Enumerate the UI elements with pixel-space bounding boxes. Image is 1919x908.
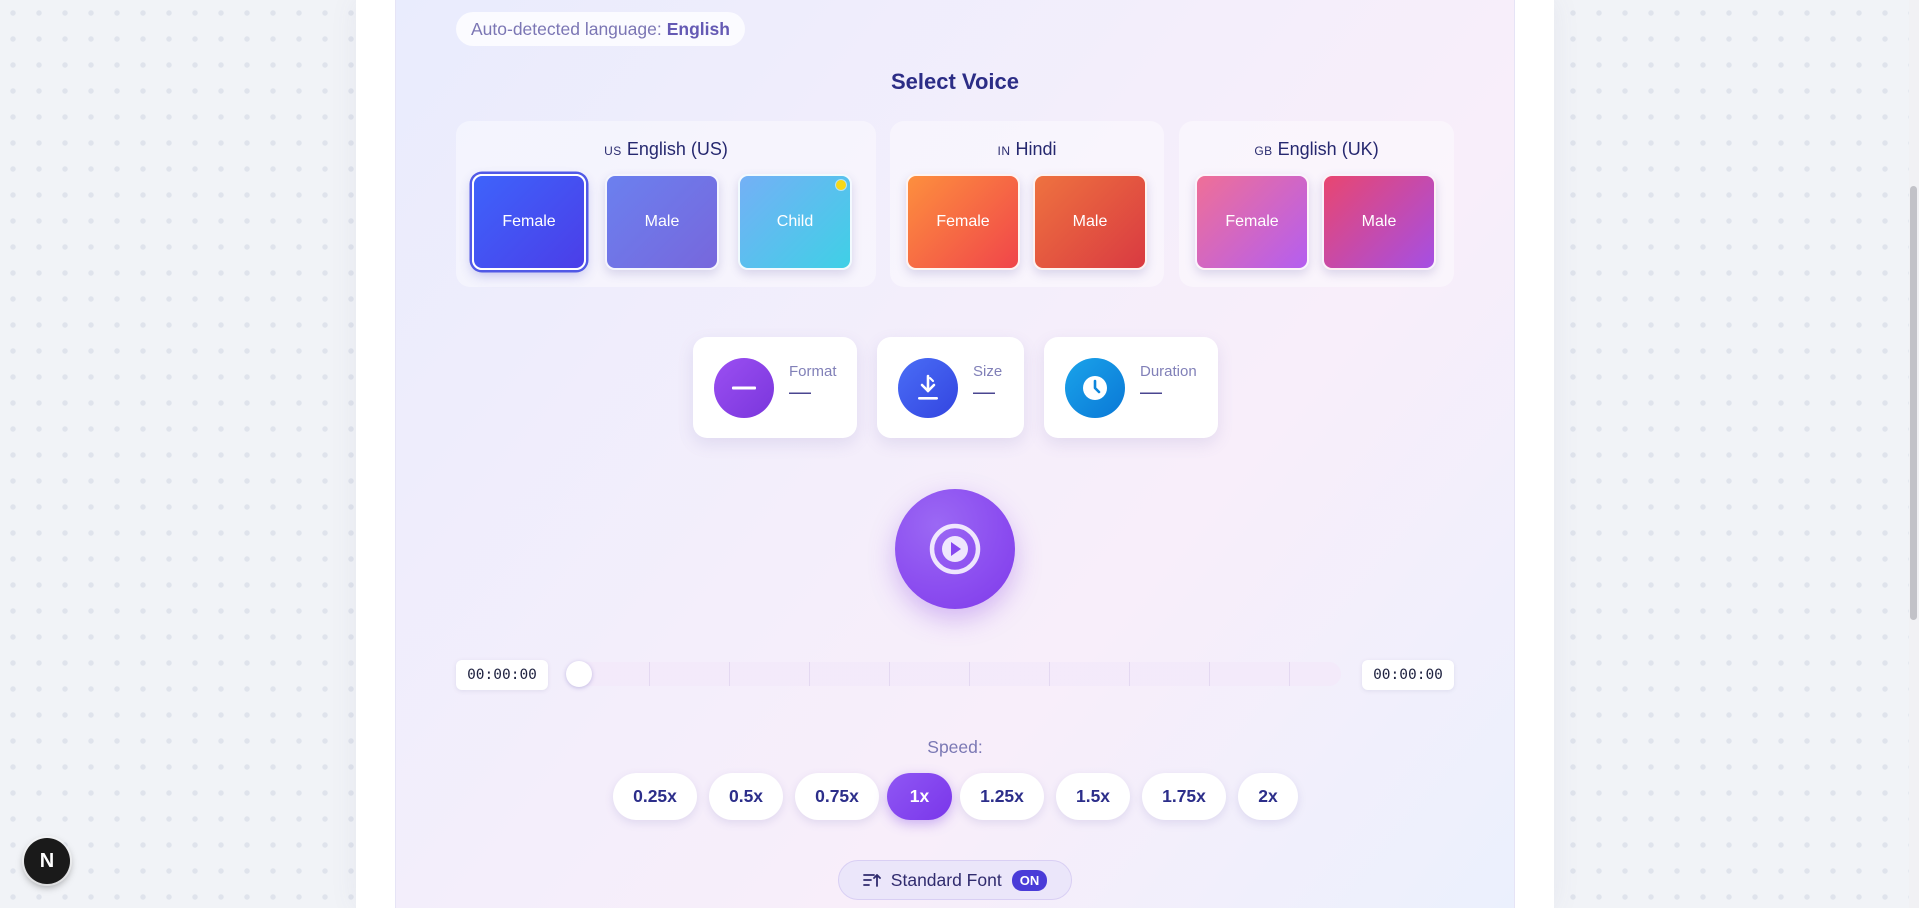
current-time: 00:00:00 (456, 660, 548, 690)
speed-option-1x[interactable]: 1x (887, 773, 952, 820)
font-toggle-state-badge: ON (1011, 869, 1048, 891)
info-card-duration: Duration — (1044, 337, 1218, 438)
text-size-icon (862, 874, 881, 887)
new-badge-dot (836, 180, 846, 190)
info-label: Size (973, 363, 1003, 380)
font-toggle-label: Standard Font (890, 869, 1002, 890)
voice-button-gb-male[interactable]: Male (1322, 174, 1436, 270)
speed-option-0.75x[interactable]: 0.75x (795, 773, 879, 820)
scrollbar[interactable] (1909, 0, 1919, 908)
voice-group-hindi: IN Hindi Female Male (890, 121, 1164, 287)
info-label: Duration (1140, 363, 1197, 380)
dev-tools-badge[interactable]: N (24, 838, 70, 884)
play-circle-icon (929, 523, 981, 575)
language-detection-pill: Auto-detected language: English (456, 12, 745, 46)
speed-option-1.5x[interactable]: 1.5x (1056, 773, 1130, 820)
speed-option-2x[interactable]: 2x (1238, 773, 1298, 820)
speed-option-1.75x[interactable]: 1.75x (1142, 773, 1226, 820)
voice-group-title: GB English (UK) (1179, 139, 1454, 160)
voice-group-title: US English (US) (456, 139, 876, 160)
flag-code: GB (1254, 144, 1273, 158)
info-value: — (973, 379, 995, 404)
info-label: Format (789, 363, 837, 380)
info-value: — (1140, 379, 1162, 404)
language-detection-prefix: Auto-detected language: (471, 18, 662, 39)
dash-icon (714, 358, 774, 418)
flag-code: US (604, 144, 622, 158)
progress-track[interactable] (570, 662, 1341, 686)
voice-button-gb-female[interactable]: Female (1195, 174, 1309, 270)
voice-button-in-male[interactable]: Male (1033, 174, 1147, 270)
info-value: — (789, 379, 811, 404)
speed-label: Speed: (927, 737, 983, 757)
language-detection-value: English (666, 18, 730, 39)
total-time: 00:00:00 (1362, 660, 1454, 690)
voice-button-us-child[interactable]: Child (738, 174, 852, 270)
font-toggle[interactable]: Standard Font ON (838, 860, 1072, 900)
speed-option-0.25x[interactable]: 0.25x (613, 773, 697, 820)
voice-group-name: English (UK) (1277, 139, 1379, 159)
info-card-size: Size — (877, 337, 1024, 438)
voice-group-title: IN Hindi (890, 139, 1164, 160)
select-voice-title: Select Voice (891, 69, 1019, 94)
clock-icon (1065, 358, 1125, 418)
voice-group-english-us: US English (US) Female Male Child (456, 121, 876, 287)
voice-button-us-female[interactable]: Female (472, 174, 586, 270)
voice-button-in-female[interactable]: Female (906, 174, 1020, 270)
play-button[interactable] (895, 489, 1015, 609)
speed-option-0.5x[interactable]: 0.5x (709, 773, 783, 820)
speed-option-1.25x[interactable]: 1.25x (960, 773, 1044, 820)
download-icon (898, 358, 958, 418)
voice-group-english-uk: GB English (UK) Female Male (1179, 121, 1454, 287)
voice-group-name: Hindi (1015, 139, 1057, 159)
flag-code: IN (997, 144, 1011, 158)
voice-button-us-male[interactable]: Male (605, 174, 719, 270)
voice-group-name: English (US) (626, 139, 728, 159)
progress-thumb[interactable] (566, 661, 592, 687)
scrollbar-thumb[interactable] (1910, 186, 1917, 620)
info-card-format: Format — (693, 337, 857, 438)
voice-button-label: Child (776, 213, 814, 230)
